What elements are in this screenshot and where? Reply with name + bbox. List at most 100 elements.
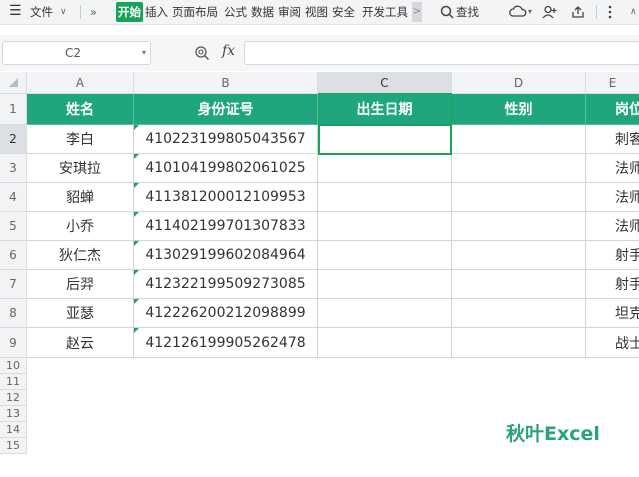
cell-birthdate[interactable] bbox=[318, 299, 452, 328]
cell-id[interactable]: 412126199905262478 bbox=[134, 328, 318, 358]
cell-gender[interactable] bbox=[452, 125, 586, 154]
hamburger-menu-icon[interactable]: ☰ bbox=[9, 1, 22, 21]
cell-id[interactable]: 413029199602084964 bbox=[134, 241, 318, 270]
cell-position[interactable]: 刺客 bbox=[586, 125, 639, 154]
table-header-position[interactable]: 岗位 bbox=[586, 94, 639, 125]
cell-name[interactable]: 亚瑟 bbox=[27, 299, 134, 328]
cell-birthdate[interactable] bbox=[318, 328, 452, 358]
cell-position[interactable]: 射手 bbox=[586, 270, 639, 299]
row-header[interactable]: 8 bbox=[0, 299, 27, 328]
cell-name[interactable]: 安琪拉 bbox=[27, 154, 134, 183]
column-header-c[interactable]: C bbox=[318, 72, 452, 94]
cell-gender[interactable] bbox=[452, 328, 586, 358]
column-header-e[interactable]: E bbox=[586, 72, 639, 94]
cell-id[interactable]: 411381200012109953 bbox=[134, 183, 318, 212]
file-menu[interactable]: 文件 bbox=[30, 2, 53, 22]
cell-gender[interactable] bbox=[452, 212, 586, 241]
cell-id[interactable]: 412226200212098899 bbox=[134, 299, 318, 328]
tab-view[interactable]: 视图 bbox=[305, 2, 328, 22]
tab-data[interactable]: 数据 bbox=[251, 2, 274, 22]
table-header-name[interactable]: 姓名 bbox=[27, 94, 134, 125]
tab-review[interactable]: 审阅 bbox=[278, 2, 301, 22]
table-header-gender[interactable]: 性别 bbox=[452, 94, 586, 125]
row-header[interactable]: 9 bbox=[0, 328, 27, 358]
active-cell-selection[interactable] bbox=[318, 124, 452, 155]
cell-birthdate[interactable] bbox=[318, 212, 452, 241]
cell-name[interactable]: 貂蝉 bbox=[27, 183, 134, 212]
toolbar-divider bbox=[596, 5, 597, 19]
tab-security[interactable]: 安全 bbox=[332, 2, 355, 22]
cloud-sync-icon[interactable] bbox=[509, 5, 527, 19]
cell-name[interactable]: 李白 bbox=[27, 125, 134, 154]
row-header[interactable]: 7 bbox=[0, 270, 27, 299]
more-options-icon[interactable] bbox=[608, 5, 612, 19]
cell-position[interactable]: 战士 bbox=[586, 328, 639, 358]
more-tabs-button[interactable]: » bbox=[90, 2, 97, 22]
tab-overflow-arrow[interactable]: > bbox=[412, 2, 422, 22]
column-header-b[interactable]: B bbox=[134, 72, 318, 94]
row-header[interactable]: 5 bbox=[0, 212, 27, 241]
cell-gender[interactable] bbox=[452, 299, 586, 328]
column-header-a[interactable]: A bbox=[27, 72, 134, 94]
chevron-down-icon[interactable]: ∨ bbox=[60, 2, 67, 22]
name-box[interactable]: C2 ▾ bbox=[2, 41, 151, 65]
cell-id[interactable]: 411402199701307833 bbox=[134, 212, 318, 241]
cell-id[interactable]: 410223199805043567 bbox=[134, 125, 318, 154]
share-icon[interactable] bbox=[570, 4, 586, 20]
text-number-flag-icon bbox=[134, 270, 139, 275]
cell-id-text: 411381200012109953 bbox=[145, 189, 306, 205]
row-header[interactable]: 13 bbox=[0, 406, 27, 422]
cell-gender[interactable] bbox=[452, 183, 586, 212]
select-all-corner[interactable] bbox=[0, 72, 27, 94]
row-header[interactable]: 4 bbox=[0, 183, 27, 212]
column-header-d[interactable]: D bbox=[452, 72, 586, 94]
cell-position[interactable]: 法师 bbox=[586, 183, 639, 212]
cell-gender[interactable] bbox=[452, 154, 586, 183]
function-icon[interactable]: fx bbox=[222, 43, 235, 59]
chevron-down-icon[interactable]: ▾ bbox=[142, 42, 146, 64]
cell-id-text: 410223199805043567 bbox=[145, 131, 306, 147]
row-header[interactable]: 1 bbox=[0, 94, 27, 125]
row-header[interactable]: 12 bbox=[0, 390, 27, 406]
formula-input[interactable] bbox=[244, 41, 639, 65]
cell-name[interactable]: 赵云 bbox=[27, 328, 134, 358]
tab-home[interactable]: 开始 bbox=[116, 2, 143, 22]
row-header[interactable]: 2 bbox=[0, 125, 27, 154]
row-header[interactable]: 15 bbox=[0, 438, 27, 454]
table-header-id[interactable]: 身份证号 bbox=[134, 94, 318, 125]
cell-gender[interactable] bbox=[452, 270, 586, 299]
cell-id[interactable]: 410104199802061025 bbox=[134, 154, 318, 183]
add-user-icon[interactable] bbox=[542, 5, 558, 19]
cell-id-text: 412322199509273085 bbox=[145, 276, 306, 292]
cell-position[interactable]: 法师 bbox=[586, 212, 639, 241]
text-number-flag-icon bbox=[134, 154, 139, 159]
toolbar-divider bbox=[80, 5, 81, 19]
cell-position[interactable]: 坦克 bbox=[586, 299, 639, 328]
row-header[interactable]: 14 bbox=[0, 422, 27, 438]
tab-formulas[interactable]: 公式 bbox=[224, 2, 247, 22]
row-header[interactable]: 10 bbox=[0, 358, 27, 374]
watermark-logo: 秋叶Excel bbox=[506, 423, 600, 445]
zoom-icon[interactable] bbox=[194, 45, 210, 61]
tab-page-layout[interactable]: 页面布局 bbox=[172, 2, 218, 22]
cell-name[interactable]: 后羿 bbox=[27, 270, 134, 299]
cell-birthdate[interactable] bbox=[318, 241, 452, 270]
cell-position[interactable]: 射手 bbox=[586, 241, 639, 270]
row-header[interactable]: 11 bbox=[0, 374, 27, 390]
search-icon[interactable] bbox=[440, 5, 454, 19]
cell-position[interactable]: 法师 bbox=[586, 154, 639, 183]
tab-developer[interactable]: 开发工具 bbox=[362, 2, 408, 22]
cell-birthdate[interactable] bbox=[318, 183, 452, 212]
cloud-dropdown-icon[interactable]: ▾ bbox=[528, 2, 532, 22]
cell-name[interactable]: 小乔 bbox=[27, 212, 134, 241]
tab-insert[interactable]: 插入 bbox=[145, 2, 168, 22]
cell-name[interactable]: 狄仁杰 bbox=[27, 241, 134, 270]
cell-birthdate[interactable] bbox=[318, 154, 452, 183]
row-header[interactable]: 6 bbox=[0, 241, 27, 270]
cell-gender[interactable] bbox=[452, 241, 586, 270]
search-label[interactable]: 查找 bbox=[456, 2, 479, 22]
row-header[interactable]: 3 bbox=[0, 154, 27, 183]
cell-birthdate[interactable] bbox=[318, 270, 452, 299]
cell-id[interactable]: 412322199509273085 bbox=[134, 270, 318, 299]
collapse-ribbon-icon[interactable]: ∧ bbox=[630, 2, 637, 22]
